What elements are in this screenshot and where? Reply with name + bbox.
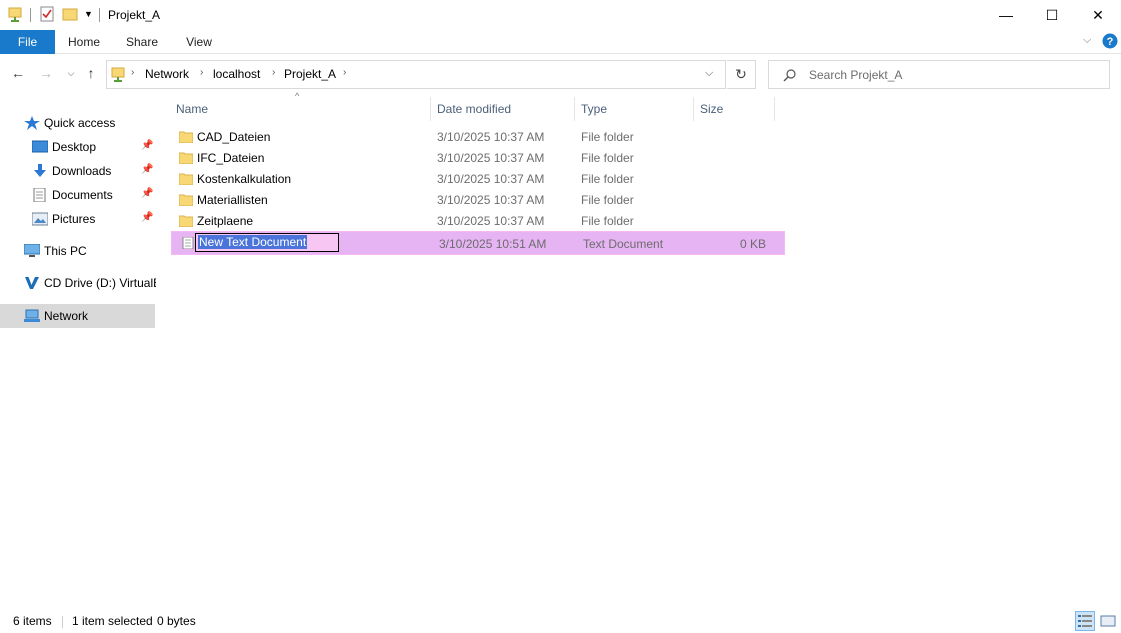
pin-icon[interactable]: 📌: [141, 188, 153, 199]
rename-text: New Text Document: [198, 235, 308, 249]
folder-network-icon: [8, 7, 22, 22]
sidebar-item-pictures[interactable]: Pictures: [32, 207, 154, 231]
close-button[interactable]: ✕: [1075, 0, 1121, 30]
computer-icon: [24, 244, 40, 257]
sidebar-item-network[interactable]: Network: [0, 304, 155, 328]
address-bar[interactable]: › Network › localhost › Projekt_A › ⌵: [106, 60, 726, 89]
new-folder-icon[interactable]: [62, 6, 78, 22]
folder-icon: [179, 152, 193, 164]
status-bar: 6 items 1 item selected 0 bytes: [0, 608, 1121, 633]
address-row: ← → ⌵ ↑ › Network › localhost › Projekt_…: [0, 55, 1121, 93]
large-icons-view-icon: [1100, 615, 1116, 627]
list-item-selected[interactable]: New Text Document 3/10/2025 10:51 AM Tex…: [171, 231, 785, 255]
column-date-modified[interactable]: Date modified: [431, 97, 574, 121]
desktop-icon: [32, 140, 48, 153]
ribbon: File Home Share View ⌵ ?: [0, 30, 1121, 54]
network-icon: [24, 309, 40, 322]
nav-quick-access[interactable]: Quick access: [24, 111, 154, 135]
minimize-button[interactable]: —: [983, 0, 1029, 30]
folder-icon: [179, 131, 193, 143]
list-item[interactable]: CAD_Dateien 3/10/2025 10:37 AM File fold…: [170, 127, 774, 148]
breadcrumb-chevron-icon[interactable]: ›: [131, 67, 134, 78]
help-icon[interactable]: ?: [1102, 33, 1118, 52]
title-bar: ▼ Projekt_A — ☐ ✕: [0, 0, 1121, 30]
list-item[interactable]: Zeitplaene 3/10/2025 10:37 AM File folde…: [170, 211, 774, 232]
quick-access-toolbar: [8, 6, 22, 22]
breadcrumb-chevron-icon[interactable]: ›: [272, 67, 275, 78]
window-title: Projekt_A: [108, 8, 161, 22]
details-view-icon: [1078, 615, 1092, 627]
column-size[interactable]: Size: [694, 97, 774, 121]
text-document-icon: [182, 237, 194, 249]
column-name[interactable]: Name: [170, 97, 430, 121]
breadcrumb-chevron-icon[interactable]: ›: [343, 67, 346, 78]
search-placeholder: Search Projekt_A: [809, 68, 903, 82]
tab-home[interactable]: Home: [60, 30, 108, 54]
status-selected: 1 item selected: [72, 614, 153, 628]
list-item[interactable]: Materiallisten 3/10/2025 10:37 AM File f…: [170, 190, 774, 211]
svg-text:?: ?: [1107, 36, 1114, 48]
list-item[interactable]: Kostenkalkulation 3/10/2025 10:37 AM Fil…: [170, 169, 774, 190]
pin-icon[interactable]: 📌: [141, 164, 153, 175]
folder-icon: [179, 173, 193, 185]
breadcrumb-network[interactable]: Network: [145, 67, 189, 81]
network-location-icon: [111, 67, 125, 82]
documents-icon: [33, 188, 46, 202]
back-button[interactable]: ←: [10, 65, 26, 81]
breadcrumb-localhost[interactable]: localhost: [213, 67, 260, 81]
breadcrumb-projekt-a[interactable]: Projekt_A: [284, 67, 336, 81]
customize-toolbar-icon[interactable]: ▼: [84, 9, 93, 19]
breadcrumb-chevron-icon[interactable]: ›: [200, 67, 203, 78]
tab-file[interactable]: File: [0, 30, 55, 54]
details-view-button[interactable]: [1075, 611, 1095, 631]
status-bytes: 0 bytes: [157, 614, 196, 628]
up-button[interactable]: ↑: [83, 65, 99, 81]
address-dropdown-icon[interactable]: ⌵: [705, 67, 713, 80]
folder-icon: [179, 194, 193, 206]
recent-locations-icon[interactable]: ⌵: [63, 65, 79, 81]
navigation-pane: Quick access Desktop 📌 Downloads 📌 Docum…: [0, 106, 156, 596]
sidebar-item-documents[interactable]: Documents: [32, 183, 154, 207]
tab-share[interactable]: Share: [118, 30, 166, 54]
column-headers: ^ Name Date modified Type Size: [170, 91, 790, 121]
sidebar-item-desktop[interactable]: Desktop: [32, 135, 154, 159]
maximize-button[interactable]: ☐: [1029, 0, 1075, 30]
forward-button[interactable]: →: [38, 65, 54, 81]
tab-view[interactable]: View: [176, 30, 222, 54]
refresh-button[interactable]: ↻: [727, 60, 756, 89]
expand-ribbon-icon[interactable]: ⌵: [1083, 34, 1091, 47]
list-item[interactable]: IFC_Dateien 3/10/2025 10:37 AM File fold…: [170, 148, 774, 169]
sidebar-item-downloads[interactable]: Downloads: [32, 159, 154, 183]
pin-icon[interactable]: 📌: [141, 212, 153, 223]
pin-icon[interactable]: 📌: [141, 140, 153, 151]
properties-icon[interactable]: [40, 6, 54, 22]
rename-input[interactable]: New Text Document: [195, 233, 339, 252]
folder-icon: [179, 215, 193, 227]
large-icons-view-button[interactable]: [1098, 611, 1118, 631]
sidebar-item-cd-drive[interactable]: CD Drive (D:) VirtualB: [24, 271, 156, 295]
downloads-icon: [34, 164, 46, 177]
column-type[interactable]: Type: [575, 97, 693, 121]
search-input[interactable]: Search Projekt_A: [768, 60, 1110, 89]
search-icon: [783, 69, 796, 82]
status-item-count: 6 items: [13, 614, 52, 628]
star-icon: [24, 116, 40, 130]
pictures-icon: [32, 212, 48, 226]
cd-drive-icon: [25, 277, 39, 289]
sidebar-item-this-pc[interactable]: This PC: [24, 239, 154, 263]
